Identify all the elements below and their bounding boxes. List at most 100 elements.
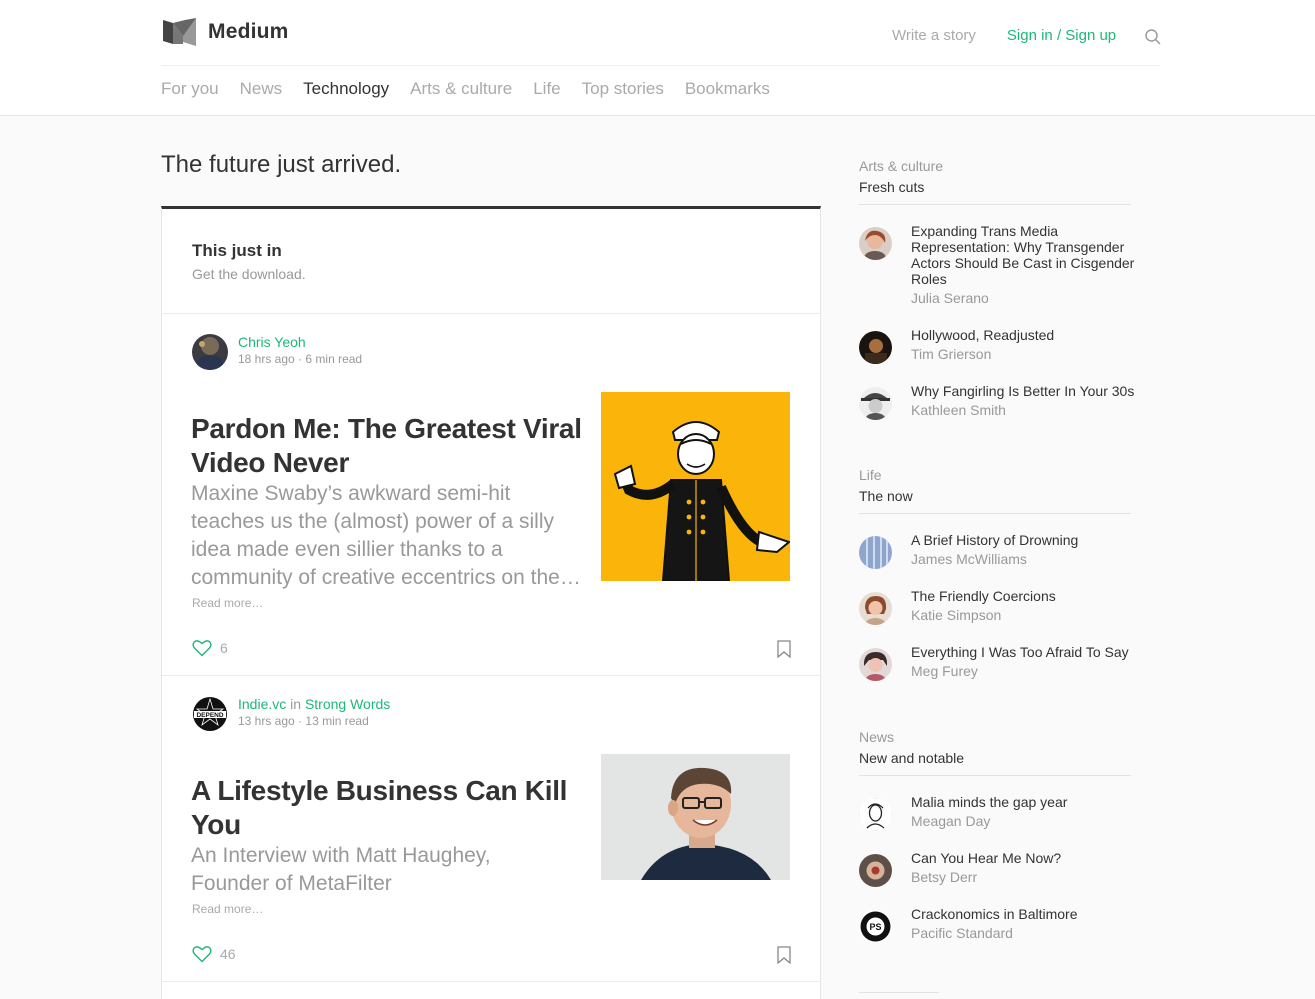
sidebar-story-author[interactable]: Julia Serano bbox=[911, 289, 1149, 307]
sidebar-story-title[interactable]: Crackonomics in Baltimore bbox=[911, 906, 1149, 922]
sidebar-story[interactable]: Why Fangirling Is Better In Your 30s Kat… bbox=[859, 383, 1149, 420]
sidebar-story[interactable]: Malia minds the gap year Meagan Day bbox=[859, 794, 1149, 831]
read-time: 13 min read bbox=[305, 714, 369, 728]
sidebar-story-title[interactable]: Why Fangirling Is Better In Your 30s bbox=[911, 383, 1149, 399]
author-name-link[interactable]: Chris Yeoh bbox=[238, 334, 306, 350]
brand-name: Medium bbox=[208, 20, 289, 43]
author-avatar[interactable] bbox=[192, 334, 228, 370]
nav-item-bookmarks[interactable]: Bookmarks bbox=[685, 79, 770, 99]
sidebar-rule bbox=[859, 992, 939, 993]
bookmark-icon[interactable] bbox=[777, 946, 791, 964]
like-button[interactable]: 6 bbox=[192, 639, 228, 657]
sidebar-story-author[interactable]: James McWilliams bbox=[911, 550, 1149, 568]
author-name-link[interactable]: Indie.vc bbox=[238, 696, 286, 712]
sidebar-heading: Fresh cuts bbox=[859, 179, 925, 195]
feed-section-title: This just in bbox=[192, 241, 282, 260]
search-button[interactable] bbox=[1144, 28, 1162, 46]
sidebar-story-author[interactable]: Katie Simpson bbox=[911, 606, 1149, 624]
read-more-link[interactable]: Read more… bbox=[192, 596, 263, 610]
sidebar-section-news: News New and notable bbox=[859, 728, 1149, 776]
sidebar-story[interactable]: Everything I Was Too Afraid To Say Meg F… bbox=[859, 644, 1149, 681]
sidebar-story-avatar: PS bbox=[859, 910, 892, 943]
feed-section-header: This just in Get the download. bbox=[192, 241, 306, 282]
sidebar-story-author[interactable]: Betsy Derr bbox=[911, 868, 1149, 886]
nav-item-top-stories[interactable]: Top stories bbox=[582, 79, 664, 99]
heart-icon bbox=[192, 640, 212, 657]
feed-section-subtitle: Get the download. bbox=[192, 266, 306, 282]
sidebar-heading: New and notable bbox=[859, 750, 965, 766]
author-line: Chris Yeoh bbox=[238, 334, 362, 351]
sidebar-story-author[interactable]: Meagan Day bbox=[911, 812, 1149, 830]
sidebar-story-title[interactable]: The Friendly Coercions bbox=[911, 588, 1149, 604]
story-title[interactable]: Pardon Me: The Greatest Viral Video Neve… bbox=[191, 412, 591, 480]
nav-item-life[interactable]: Life bbox=[533, 79, 560, 99]
sidebar-story-author[interactable]: Kathleen Smith bbox=[911, 401, 1149, 419]
avatar-image bbox=[859, 798, 892, 831]
sidebar-rule bbox=[859, 204, 1131, 205]
story-image[interactable] bbox=[601, 392, 790, 581]
sidebar-story-avatar bbox=[859, 227, 892, 260]
avatar-image bbox=[859, 387, 892, 420]
story-image[interactable] bbox=[601, 754, 790, 880]
avatar-image bbox=[859, 592, 892, 625]
page-title: The future just arrived. bbox=[161, 151, 402, 178]
sidebar-story-avatar bbox=[859, 798, 892, 831]
sidebar-section-life: Life The now bbox=[859, 466, 1149, 514]
sidebar-story-avatar bbox=[859, 854, 892, 887]
svg-text:DEPEND: DEPEND bbox=[196, 712, 223, 719]
story-subtitle[interactable]: An Interview with Matt Haughey, Founder … bbox=[191, 842, 551, 898]
bookmark-icon[interactable] bbox=[777, 640, 791, 658]
nav-item-for-you[interactable]: For you bbox=[161, 79, 219, 99]
author-line: Indie.vc in Strong Words bbox=[238, 696, 390, 713]
story-subtitle[interactable]: Maxine Swaby’s awkward semi-hit teaches … bbox=[191, 480, 586, 592]
sidebar-story-avatar bbox=[859, 331, 892, 364]
like-count: 6 bbox=[220, 640, 228, 656]
author-avatar[interactable]: DEPEND bbox=[192, 696, 228, 732]
sidebar-rule bbox=[859, 775, 1131, 776]
sidebar-story-author[interactable]: Pacific Standard bbox=[911, 924, 1149, 942]
story-card: DEPEND Indie.vc in Strong Words 13 hrs a… bbox=[162, 696, 820, 986]
sidebar-story[interactable]: PS Crackonomics in Baltimore Pacific Sta… bbox=[859, 906, 1149, 943]
sign-in-link[interactable]: Sign in / Sign up bbox=[1007, 27, 1116, 44]
story-photo bbox=[601, 754, 790, 880]
write-story-link[interactable]: Write a story bbox=[892, 27, 976, 44]
avatar-image bbox=[859, 227, 892, 260]
avatar-image bbox=[859, 854, 892, 887]
feed-divider bbox=[162, 675, 820, 676]
nav-item-technology[interactable]: Technology bbox=[303, 79, 389, 99]
avatar-image bbox=[859, 536, 892, 569]
publication-link[interactable]: Strong Words bbox=[305, 696, 390, 712]
sidebar-story-author[interactable]: Meg Furey bbox=[911, 662, 1149, 680]
sidebar-story[interactable]: A Brief History of Drowning James McWill… bbox=[859, 532, 1149, 569]
sidebar-section-arts-culture: Arts & culture Fresh cuts bbox=[859, 157, 1149, 205]
sidebar-story-title[interactable]: Can You Hear Me Now? bbox=[911, 850, 1149, 866]
story-illustration bbox=[601, 392, 790, 581]
nav-item-news[interactable]: News bbox=[240, 79, 283, 99]
sidebar-story[interactable]: Can You Hear Me Now? Betsy Derr bbox=[859, 850, 1149, 887]
sidebar-category-link[interactable]: Arts & culture bbox=[859, 157, 1149, 175]
sidebar-story-title[interactable]: Malia minds the gap year bbox=[911, 794, 1149, 810]
sidebar-category-link[interactable]: Life bbox=[859, 466, 1149, 484]
sidebar-story-title[interactable]: Everything I Was Too Afraid To Say bbox=[911, 644, 1149, 660]
sidebar-story-avatar bbox=[859, 536, 892, 569]
sidebar-story-title[interactable]: Expanding Trans Media Representation: Wh… bbox=[911, 223, 1149, 287]
topic-nav: For you News Technology Arts & culture L… bbox=[161, 79, 791, 99]
read-time: 6 min read bbox=[305, 352, 363, 366]
read-more-link[interactable]: Read more… bbox=[192, 902, 263, 916]
like-button[interactable]: 46 bbox=[192, 945, 236, 963]
sidebar-story-author[interactable]: Tim Grierson bbox=[911, 345, 1149, 363]
sidebar-story[interactable]: Hollywood, Readjusted Tim Grierson bbox=[859, 327, 1149, 364]
sidebar-story[interactable]: Expanding Trans Media Representation: Wh… bbox=[859, 223, 1149, 307]
post-time-line: 13 hrs ago · 13 min read bbox=[238, 714, 390, 728]
story-title[interactable]: A Lifestyle Business Can Kill You bbox=[191, 774, 571, 842]
author-avatar-image bbox=[192, 334, 228, 370]
nav-item-arts-culture[interactable]: Arts & culture bbox=[410, 79, 512, 99]
post-time: 18 hrs ago bbox=[238, 352, 295, 366]
sidebar-story-title[interactable]: A Brief History of Drowning bbox=[911, 532, 1149, 548]
sidebar-story-title[interactable]: Hollywood, Readjusted bbox=[911, 327, 1149, 343]
avatar-image bbox=[859, 648, 892, 681]
brand-logo[interactable]: Medium bbox=[163, 18, 289, 46]
sidebar-story[interactable]: The Friendly Coercions Katie Simpson bbox=[859, 588, 1149, 625]
avatar-image bbox=[859, 331, 892, 364]
sidebar-category-link[interactable]: News bbox=[859, 728, 1149, 746]
